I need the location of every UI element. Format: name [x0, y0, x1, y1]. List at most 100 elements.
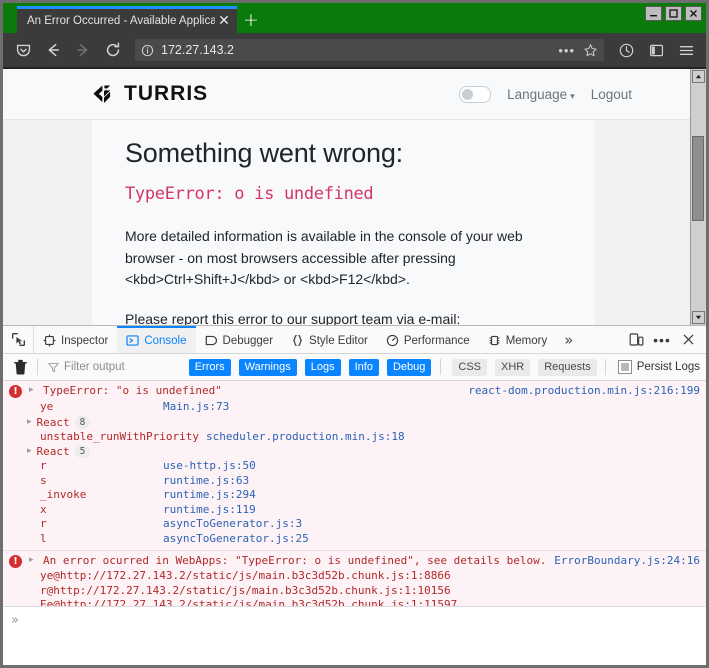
stack-frames: ye Main.js:73 ▸ React 8 unstable_runWithP…: [27, 400, 700, 547]
tab-title: An Error Occurred - Available Applicatio: [27, 15, 215, 27]
tab-style-editor[interactable]: Style Editor: [282, 326, 377, 353]
frame-source[interactable]: runtime.js:294: [163, 488, 256, 503]
menu-button[interactable]: [672, 37, 700, 63]
reload-button[interactable]: [99, 37, 127, 63]
bookmark-star-icon[interactable]: [583, 43, 598, 58]
frame-source[interactable]: Main.js:73: [163, 400, 229, 415]
filter-logs[interactable]: Logs: [304, 358, 341, 376]
persist-logs-checkbox[interactable]: [617, 360, 632, 374]
sidebar-icon: [649, 44, 663, 56]
sidebar-button[interactable]: [642, 37, 670, 63]
language-label: Language: [507, 86, 568, 102]
tab-debugger-label: Debugger: [222, 334, 274, 347]
language-dropdown[interactable]: Language ▾: [507, 87, 575, 102]
frame-source[interactable]: asyncToGenerator.js:3: [163, 517, 302, 532]
tab-memory[interactable]: Memory: [479, 326, 557, 353]
expand-twisty-icon[interactable]: ▸: [27, 415, 32, 430]
expand-twisty-icon[interactable]: ▸: [29, 555, 40, 565]
filter-errors[interactable]: Errors: [188, 358, 231, 376]
browser-tab[interactable]: An Error Occurred - Available Applicatio…: [17, 6, 237, 33]
console-message-error-2[interactable]: ! ▸ An error ocurred in WebApps: "TypeEr…: [3, 551, 706, 606]
react-group-1[interactable]: ▸ React 8: [27, 415, 91, 430]
react-group-2[interactable]: ▸ React 5: [27, 444, 91, 459]
url-bar[interactable]: 172.27.143.2 •••: [135, 39, 604, 61]
history-button[interactable]: [612, 37, 640, 63]
console-output[interactable]: ! ▸ TypeError: "o is undefined" react-do…: [3, 381, 706, 606]
persist-logs-toggle[interactable]: Persist Logs: [617, 360, 700, 374]
console-message-source[interactable]: ErrorBoundary.js:24:16: [554, 554, 700, 567]
console-message-header: ! ▸ TypeError: "o is undefined" react-do…: [9, 384, 700, 398]
clear-console-button[interactable]: [9, 359, 31, 375]
filter-warnings[interactable]: Warnings: [238, 358, 297, 376]
brand-logo[interactable]: TURRIS: [91, 81, 208, 107]
expand-twisty-icon[interactable]: ▸: [27, 444, 32, 459]
filterbar-divider: [37, 359, 38, 375]
responsive-design-mode-icon: [629, 333, 643, 346]
element-picker-button[interactable]: [3, 326, 34, 353]
performance-icon: [386, 334, 399, 347]
page-actions-icon[interactable]: •••: [558, 44, 575, 57]
theme-toggle[interactable]: [459, 85, 492, 103]
frame-source[interactable]: runtime.js:119: [163, 503, 256, 518]
close-button[interactable]: [685, 6, 702, 21]
tab-performance[interactable]: Performance: [377, 326, 479, 353]
tab-close-icon[interactable]: ✕: [215, 12, 233, 30]
responsive-design-mode-button[interactable]: [624, 326, 648, 353]
stack-frame: r use-http.js:50: [40, 459, 700, 474]
new-tab-button[interactable]: +: [237, 6, 265, 33]
brand-name: TURRIS: [124, 82, 209, 105]
pocket-icon[interactable]: [9, 37, 37, 63]
site-header-actions: Language ▾ Logout: [459, 85, 690, 103]
devtools-close-button[interactable]: [676, 326, 700, 353]
logout-link[interactable]: Logout: [591, 87, 632, 102]
devtools-meatball-menu[interactable]: •••: [650, 326, 674, 353]
filter-debug[interactable]: Debug: [386, 358, 432, 376]
url-text: 172.27.143.2: [161, 43, 234, 57]
filter-input[interactable]: Filter output: [44, 361, 181, 373]
filter-requests[interactable]: Requests: [538, 358, 597, 376]
stack-frame: unstable_runWithPriority scheduler.produc…: [40, 430, 700, 445]
funnel-icon: [48, 362, 59, 372]
console-message-source[interactable]: react-dom.production.min.js:216:199: [468, 384, 700, 397]
stack-frame: l asyncToGenerator.js:25: [40, 532, 700, 547]
scrollbar-track[interactable]: [691, 84, 706, 310]
devtools-panel: Inspector Console Debugger Style Editor: [3, 325, 706, 665]
scrollbar-thumb[interactable]: [692, 136, 704, 221]
forward-button[interactable]: [69, 37, 97, 63]
frame-source[interactable]: use-http.js:50: [163, 459, 256, 474]
filter-xhr[interactable]: XHR: [495, 358, 531, 376]
page-scrollbar[interactable]: [690, 69, 706, 325]
filter-input-placeholder: Filter output: [64, 361, 125, 373]
frame-source[interactable]: scheduler.production.min.js:18: [206, 430, 405, 445]
console-prompt-icon: »: [11, 613, 19, 628]
minimize-button[interactable]: [645, 6, 662, 21]
maximize-icon: [669, 9, 678, 18]
caret-up-icon: [695, 74, 702, 79]
error-description: More detailed information is available i…: [125, 228, 523, 288]
scroll-up-button[interactable]: [692, 70, 705, 83]
tab-performance-label: Performance: [403, 334, 470, 347]
close-icon: [683, 334, 693, 345]
console-message-error-1[interactable]: ! ▸ TypeError: "o is undefined" react-do…: [3, 381, 706, 551]
frame-source[interactable]: runtime.js:63: [163, 474, 249, 489]
tab-style-editor-label: Style Editor: [309, 334, 368, 347]
filter-info[interactable]: Info: [348, 358, 379, 376]
tab-debugger[interactable]: Debugger: [196, 326, 283, 353]
tab-inspector[interactable]: Inspector: [34, 326, 117, 353]
back-button[interactable]: [39, 37, 67, 63]
devtools-tabs-overflow[interactable]: »: [556, 326, 581, 353]
inspector-icon: [43, 334, 56, 347]
navigation-toolbar: 172.27.143.2 •••: [3, 33, 706, 68]
console-command-input[interactable]: »: [3, 606, 706, 665]
stack-trace-line: ye@http://172.27.143.2/static/js/main.b3…: [40, 569, 451, 582]
filter-css[interactable]: CSS: [452, 358, 487, 376]
scroll-down-button[interactable]: [692, 311, 705, 324]
filterbar-divider-3: [604, 359, 606, 375]
expand-twisty-icon[interactable]: ▸: [29, 385, 40, 395]
frame-source[interactable]: asyncToGenerator.js:25: [163, 532, 309, 547]
tab-console[interactable]: Console: [117, 326, 196, 353]
web-page: TURRIS Language ▾ Logout Something went w…: [3, 69, 690, 325]
group-count: 8: [74, 415, 91, 429]
maximize-button[interactable]: [665, 6, 682, 21]
console-message-text: An error ocurred in WebApps: "TypeError:…: [43, 554, 545, 567]
